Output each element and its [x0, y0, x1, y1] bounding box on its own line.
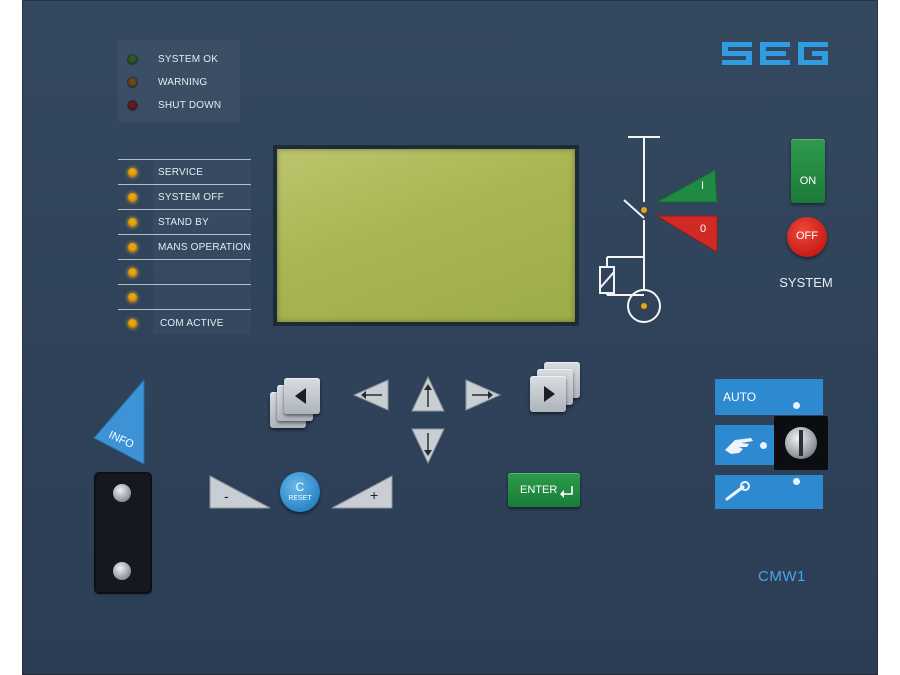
- auto-label: AUTO: [723, 390, 757, 404]
- status-led-system-ok: SYSTEM OK: [128, 51, 218, 67]
- divider: [118, 159, 251, 160]
- plus-label: +: [370, 487, 379, 503]
- mode-service-band: [715, 475, 823, 509]
- arrow-down-key[interactable]: [410, 427, 446, 465]
- arrow-up-key[interactable]: [410, 375, 446, 413]
- off-label: OFF: [796, 230, 818, 242]
- screw-icon: [113, 484, 131, 502]
- breaker-led: [641, 207, 647, 213]
- mode-auto-band: AUTO: [715, 379, 823, 415]
- divider: [118, 259, 251, 260]
- arrow-right-key[interactable]: [464, 378, 502, 412]
- led-label: SERVICE: [158, 166, 204, 178]
- mode-led-system-off: SYSTEM OFF: [128, 189, 224, 205]
- arrow-left-key[interactable]: [352, 378, 390, 412]
- key-face: [284, 378, 320, 414]
- mode-dot: [793, 402, 800, 409]
- divider: [118, 209, 251, 210]
- info-button[interactable]: INFO: [92, 378, 148, 473]
- led-label: MANS OPERATION: [158, 241, 251, 253]
- divider: [118, 184, 251, 185]
- divider: [118, 284, 251, 285]
- led-indicator: [128, 167, 137, 177]
- led-indicator: [128, 217, 137, 227]
- lcd-display: [277, 149, 575, 322]
- system-on-button[interactable]: ON: [791, 139, 825, 203]
- triangle-right-icon: [544, 386, 555, 402]
- status-led-shut-down: SHUT DOWN: [128, 97, 221, 113]
- led-indicator: [128, 292, 137, 302]
- led-label: STAND BY: [158, 216, 209, 228]
- led-indicator: [128, 318, 137, 328]
- led-label: SYSTEM OFF: [158, 191, 224, 203]
- close-label: I: [701, 180, 705, 192]
- mode-led-stand-by: STAND BY: [128, 214, 209, 230]
- plus-key[interactable]: +: [330, 474, 394, 510]
- minus-label: -: [224, 488, 229, 504]
- led-indicator: [128, 192, 137, 202]
- breaker-open-button[interactable]: 0: [655, 214, 719, 259]
- minus-key[interactable]: -: [208, 474, 272, 510]
- led-indicator: [128, 77, 137, 87]
- enter-button[interactable]: ENTER: [508, 473, 580, 507]
- seg-logo: [722, 38, 830, 68]
- system-caption: SYSTEM: [779, 275, 833, 290]
- reset-c-label: C: [295, 480, 305, 494]
- manual-hand-icon: [725, 438, 753, 454]
- divider: [118, 234, 251, 235]
- generator-led: [641, 303, 647, 309]
- key-face: [530, 376, 566, 412]
- led-label: SYSTEM OK: [158, 53, 219, 65]
- on-label: ON: [799, 175, 817, 187]
- mode-led-blank-1: [128, 264, 137, 280]
- key-slot: [799, 430, 803, 456]
- screw-icon: [113, 562, 131, 580]
- led-label: SHUT DOWN: [158, 99, 222, 111]
- led-label: COM ACTIVE: [160, 317, 224, 329]
- page-back-key[interactable]: [270, 378, 322, 430]
- system-off-button[interactable]: OFF: [787, 217, 827, 257]
- model-label: CMW1: [758, 568, 806, 585]
- led-indicator: [128, 267, 137, 277]
- led-indicator: [128, 100, 137, 110]
- status-led-warning: WARNING: [128, 74, 207, 90]
- wrench-icon: [725, 481, 750, 501]
- led-indicator: [128, 54, 137, 64]
- seg-logo-graphic: [722, 42, 828, 65]
- page-forward-key[interactable]: [530, 362, 582, 414]
- reset-label: RESET: [288, 495, 312, 502]
- open-label: 0: [700, 223, 707, 235]
- reset-button[interactable]: C RESET: [280, 472, 320, 512]
- mode-led-mans-operation: MANS OPERATION: [128, 239, 250, 255]
- enter-label: ENTER: [520, 484, 558, 496]
- led-indicator: [128, 242, 137, 252]
- interface-port: [96, 474, 150, 592]
- led-label: WARNING: [158, 76, 208, 88]
- mode-led-service: SERVICE: [128, 164, 203, 180]
- mode-led-com-active: COM ACTIVE: [128, 315, 223, 331]
- mode-led-blank-2: [128, 289, 137, 305]
- mode-dot: [760, 442, 767, 449]
- enter-return-icon: [560, 486, 573, 498]
- breaker-close-button[interactable]: I: [655, 168, 719, 209]
- triangle-left-icon: [295, 388, 306, 404]
- key-switch[interactable]: [774, 416, 828, 470]
- mode-dot: [793, 478, 800, 485]
- divider: [118, 309, 251, 310]
